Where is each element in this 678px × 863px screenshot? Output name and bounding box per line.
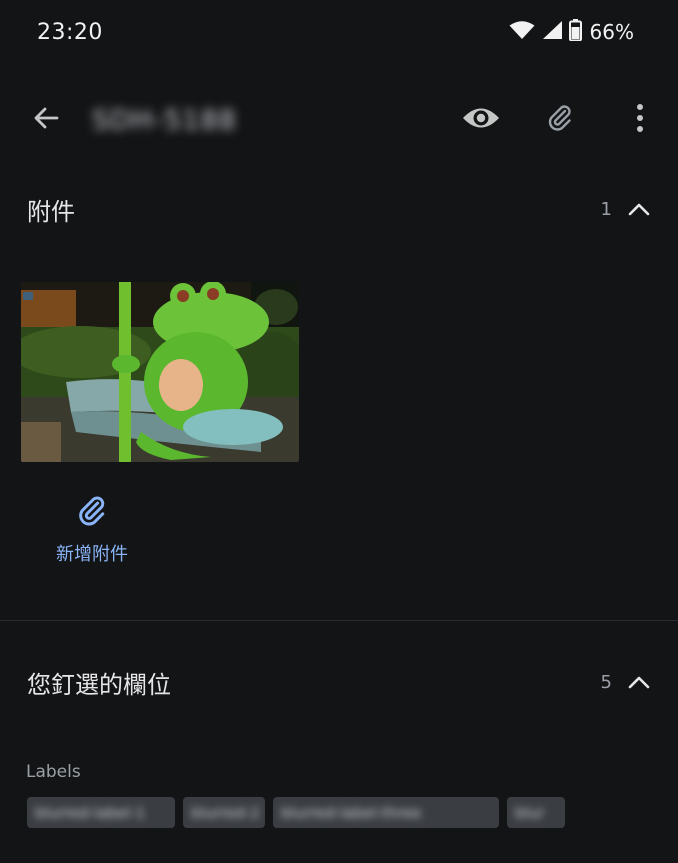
watch-button[interactable] bbox=[457, 96, 505, 144]
label-chip[interactable]: blurred-label-1 bbox=[27, 797, 175, 828]
back-arrow-icon bbox=[32, 104, 60, 136]
chevron-up-icon bbox=[625, 668, 653, 696]
add-attachment-label: 新增附件 bbox=[56, 544, 128, 565]
more-vert-icon bbox=[635, 103, 645, 137]
label-chip-text: blur bbox=[515, 803, 545, 822]
issue-key-title: SDH-5188 bbox=[92, 105, 237, 136]
label-chip-text: blurred-label-three bbox=[281, 803, 422, 822]
label-chip-text: blurred-2 bbox=[191, 803, 260, 822]
labels-field-heading: Labels bbox=[26, 762, 81, 782]
paperclip-icon bbox=[545, 103, 575, 137]
label-chip[interactable]: blurred-2 bbox=[183, 797, 265, 828]
attachments-title: 附件 bbox=[27, 197, 75, 226]
battery-icon bbox=[568, 19, 582, 45]
status-icons: 66% bbox=[509, 19, 634, 45]
status-time: 23:20 bbox=[37, 19, 103, 45]
pinned-fields-section-header[interactable]: 您釘選的欄位 5 bbox=[0, 652, 678, 712]
back-button[interactable] bbox=[22, 96, 70, 144]
label-chip[interactable]: blur bbox=[507, 797, 565, 828]
status-bar: 23:20 66% bbox=[0, 0, 678, 64]
attach-button[interactable] bbox=[536, 96, 584, 144]
paperclip-icon bbox=[75, 494, 109, 532]
top-app-bar: SDH-5188 bbox=[0, 88, 678, 152]
wifi-icon bbox=[509, 20, 535, 44]
pinned-fields-title: 您釘選的欄位 bbox=[27, 670, 171, 699]
attachment-thumbnail[interactable] bbox=[21, 282, 299, 462]
more-options-button[interactable] bbox=[616, 96, 664, 144]
label-chip-text: blurred-label-1 bbox=[35, 803, 146, 822]
issue-detail-screen: 23:20 66% SDH-5188 附件 1 新增附件 您釘選的欄位 5 La… bbox=[0, 0, 678, 863]
cell-signal-icon bbox=[541, 20, 563, 44]
frog-statue-photo bbox=[21, 282, 299, 462]
eye-icon bbox=[462, 105, 500, 135]
pinned-fields-count: 5 bbox=[600, 671, 612, 693]
attachments-section-header[interactable]: 附件 1 bbox=[0, 179, 678, 239]
battery-percentage: 66% bbox=[589, 20, 634, 44]
add-attachment-button[interactable]: 新增附件 bbox=[40, 494, 144, 566]
attachments-count: 1 bbox=[600, 198, 612, 220]
section-divider bbox=[0, 620, 678, 621]
labels-chip-group: blurred-label-1 blurred-2 blurred-label-… bbox=[27, 797, 565, 828]
chevron-up-icon bbox=[625, 195, 653, 223]
label-chip[interactable]: blurred-label-three bbox=[273, 797, 499, 828]
